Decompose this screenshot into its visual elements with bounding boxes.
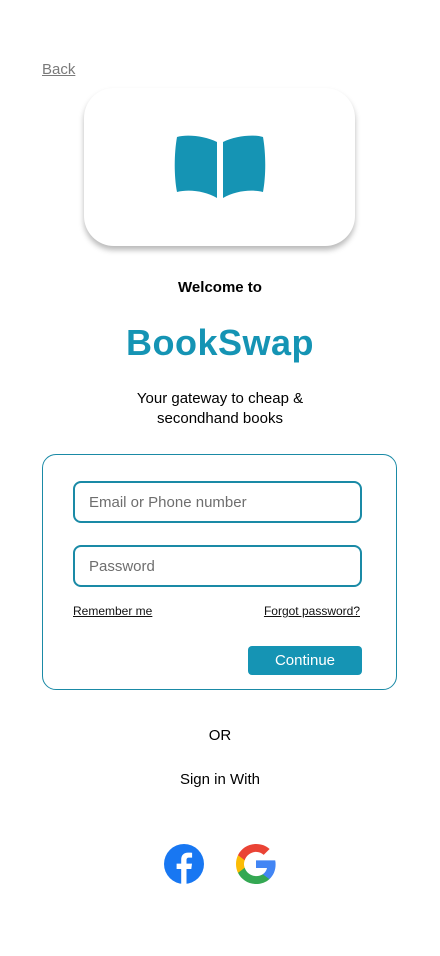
sign-in-with-label: Sign in With [179, 771, 261, 788]
google-icon[interactable] [235, 843, 277, 885]
tagline: Your gateway to cheap & secondhand books [136, 390, 304, 427]
facebook-icon[interactable] [163, 843, 205, 885]
brand-title: BookSwap [125, 322, 315, 363]
remember-me-link[interactable]: Remember me [73, 604, 152, 618]
email-field[interactable] [73, 481, 362, 523]
continue-button[interactable]: Continue [248, 646, 362, 675]
login-form: Remember me Forgot password? Continue [42, 454, 397, 690]
welcome-heading: Welcome to [178, 279, 262, 296]
forgot-password-link[interactable]: Forgot password? [264, 604, 360, 618]
or-divider: OR [208, 727, 232, 744]
password-field[interactable] [73, 545, 362, 587]
logo-card [84, 88, 355, 246]
open-book-icon [174, 135, 265, 198]
back-link[interactable]: Back [42, 61, 75, 78]
